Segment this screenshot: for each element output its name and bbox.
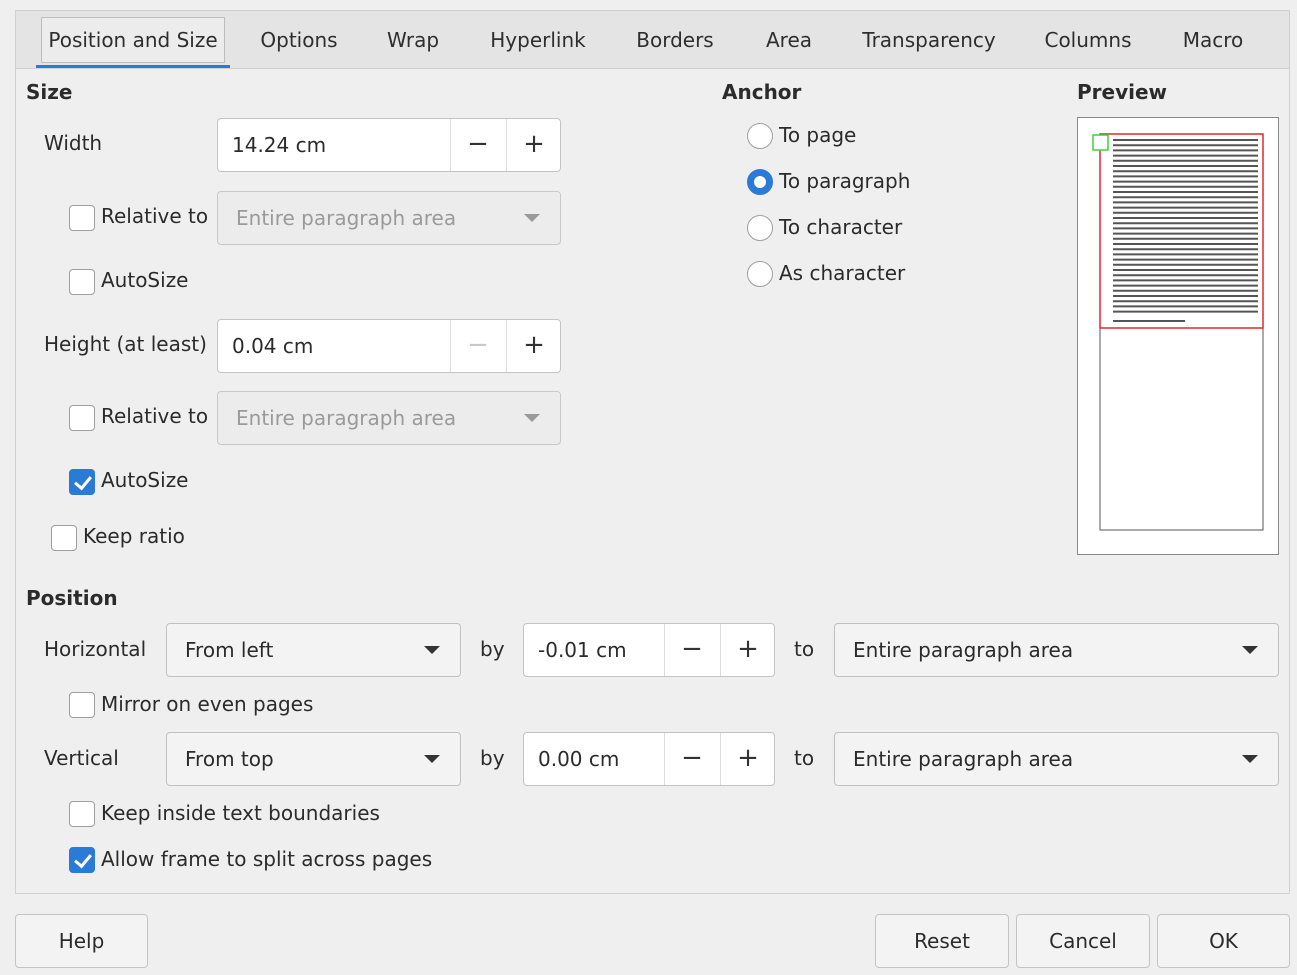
keep-ratio-label: Keep ratio <box>83 524 185 548</box>
horizontal-to-combo[interactable]: Entire paragraph area <box>834 623 1279 677</box>
keep-inside-boundaries-label: Keep inside text boundaries <box>101 801 380 825</box>
keep-inside-boundaries-checkbox[interactable] <box>69 801 95 827</box>
chevron-down-icon <box>1242 755 1258 763</box>
tab-borders[interactable]: Borders <box>618 11 732 69</box>
anchor-as-character-label: As character <box>779 261 906 285</box>
tab-columns[interactable]: Columns <box>1026 11 1150 69</box>
horizontal-label: Horizontal <box>44 637 147 661</box>
width-increment-button[interactable]: + <box>506 119 561 171</box>
preview-heading: Preview <box>1077 80 1168 104</box>
height-autosize-checkbox[interactable] <box>69 469 95 495</box>
horizontal-by-decrement-button[interactable]: − <box>664 624 719 676</box>
allow-split-checkbox[interactable] <box>69 847 95 873</box>
horizontal-by-increment-button[interactable]: + <box>720 624 775 676</box>
horizontal-to-label: to <box>794 637 815 661</box>
width-label: Width <box>44 131 103 155</box>
horizontal-combo[interactable]: From left <box>166 623 461 677</box>
horizontal-by-spinbox[interactable]: -0.01 cm − + <box>523 623 775 677</box>
chevron-down-icon <box>424 755 440 763</box>
tab-options[interactable]: Options <box>242 11 356 69</box>
width-relative-checkbox[interactable] <box>69 205 95 231</box>
tab-wrap[interactable]: Wrap <box>368 11 458 69</box>
mirror-even-pages-label: Mirror on even pages <box>101 692 314 716</box>
position-heading: Position <box>26 586 118 610</box>
vertical-label: Vertical <box>44 746 119 770</box>
height-spinbox[interactable]: 0.04 cm − + <box>217 319 561 373</box>
vertical-by-value: 0.00 cm <box>538 747 620 771</box>
anchor-to-paragraph-label: To paragraph <box>779 169 911 193</box>
vertical-to-value: Entire paragraph area <box>853 747 1074 771</box>
help-button[interactable]: Help <box>15 914 148 968</box>
reset-button[interactable]: Reset <box>875 914 1009 968</box>
horizontal-by-label: by <box>480 637 505 661</box>
height-value: 0.04 cm <box>232 334 314 358</box>
tab-transparency[interactable]: Transparency <box>846 11 1012 69</box>
tab-macro[interactable]: Macro <box>1162 11 1264 69</box>
horizontal-value: From left <box>185 638 274 662</box>
width-spinbox[interactable]: 14.24 cm − + <box>217 118 561 172</box>
size-heading: Size <box>26 80 73 104</box>
height-relative-checkbox[interactable] <box>69 405 95 431</box>
chevron-down-icon <box>424 646 440 654</box>
height-decrement-button: − <box>450 320 505 372</box>
chevron-down-icon <box>1242 646 1258 654</box>
preview-area <box>1077 117 1279 555</box>
height-relative-combo: Entire paragraph area <box>217 391 561 445</box>
chevron-down-icon <box>524 214 540 222</box>
horizontal-to-value: Entire paragraph area <box>853 638 1074 662</box>
anchor-to-page-radio[interactable] <box>747 123 773 149</box>
vertical-by-decrement-button[interactable]: − <box>664 733 719 785</box>
height-relative-value: Entire paragraph area <box>236 406 457 430</box>
height-autosize-label: AutoSize <box>101 468 189 492</box>
anchor-as-character-radio[interactable] <box>747 261 773 287</box>
tab-label: Position and Size <box>48 28 218 52</box>
vertical-value: From top <box>185 747 274 771</box>
vertical-by-increment-button[interactable]: + <box>720 733 775 785</box>
width-autosize-label: AutoSize <box>101 268 189 292</box>
anchor-to-character-label: To character <box>779 215 903 239</box>
tab-position-and-size[interactable]: Position and Size <box>36 11 230 69</box>
anchor-to-paragraph-radio[interactable] <box>747 169 773 195</box>
preview-page-diagram <box>1092 133 1264 531</box>
width-autosize-checkbox[interactable] <box>69 269 95 295</box>
chevron-down-icon <box>524 414 540 422</box>
width-relative-label: Relative to <box>101 204 209 228</box>
width-value: 14.24 cm <box>232 133 327 157</box>
keep-ratio-checkbox[interactable] <box>51 525 77 551</box>
tab-area[interactable]: Area <box>744 11 834 69</box>
anchor-to-page-label: To page <box>779 123 857 147</box>
anchor-heading: Anchor <box>722 80 802 104</box>
vertical-to-combo[interactable]: Entire paragraph area <box>834 732 1279 786</box>
height-relative-label: Relative to <box>101 404 209 428</box>
mirror-even-pages-checkbox[interactable] <box>69 692 95 718</box>
width-relative-value: Entire paragraph area <box>236 206 457 230</box>
allow-split-label: Allow frame to split across pages <box>101 847 433 871</box>
height-label: Height (at least) <box>44 332 207 356</box>
vertical-combo[interactable]: From top <box>166 732 461 786</box>
width-decrement-button[interactable]: − <box>450 119 505 171</box>
vertical-to-label: to <box>794 746 815 770</box>
tab-hyperlink[interactable]: Hyperlink <box>471 11 605 69</box>
tab-bar: Position and Size Options Wrap Hyperlink… <box>15 10 1290 69</box>
horizontal-by-value: -0.01 cm <box>538 638 627 662</box>
ok-button[interactable]: OK <box>1157 914 1290 968</box>
anchor-to-character-radio[interactable] <box>747 215 773 241</box>
height-increment-button[interactable]: + <box>506 320 561 372</box>
vertical-by-label: by <box>480 746 505 770</box>
cancel-button[interactable]: Cancel <box>1016 914 1150 968</box>
vertical-by-spinbox[interactable]: 0.00 cm − + <box>523 732 775 786</box>
width-relative-combo: Entire paragraph area <box>217 191 561 245</box>
